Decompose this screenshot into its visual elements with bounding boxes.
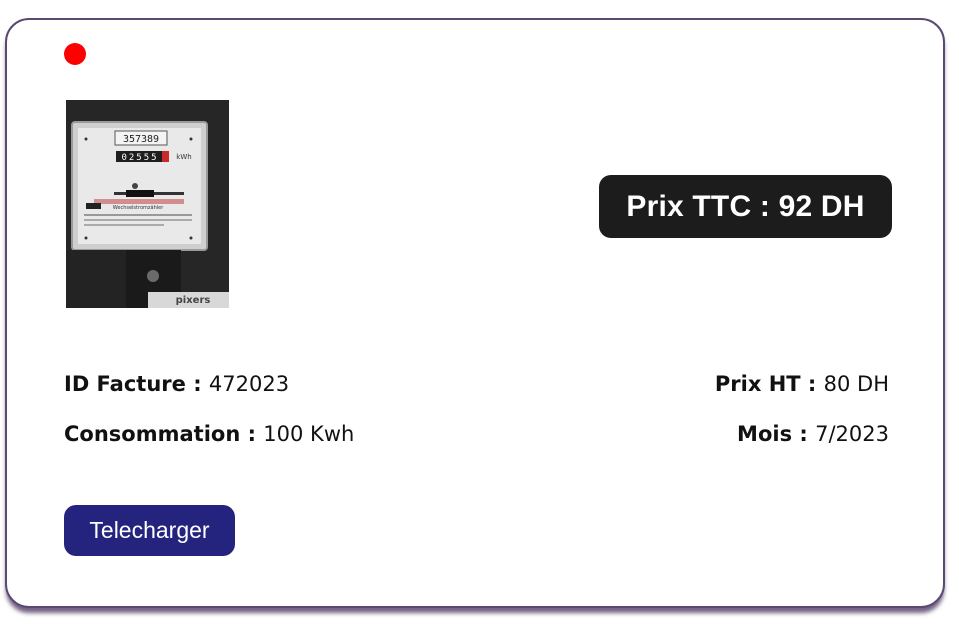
price-ttc-label: Prix TTC <box>626 189 752 223</box>
invoice-card: 357389 02555 kWh Wechselstromzähler pixe… <box>5 18 945 608</box>
prix-ht-row: Prix HT : 80 DH <box>715 372 889 396</box>
watermark-text: pixers <box>176 295 211 306</box>
id-facture-label: ID Facture <box>64 372 186 396</box>
consommation-separator: : <box>240 422 264 446</box>
mois-value: 7/2023 <box>815 422 889 446</box>
download-button[interactable]: Telecharger <box>64 505 235 556</box>
id-facture-row: ID Facture : 472023 <box>64 372 289 396</box>
price-ttc-badge: Prix TTC : 92 DH <box>599 175 892 238</box>
consommation-row: Consommation : 100 Kwh <box>64 422 354 446</box>
meter-serial-text: 357389 <box>123 134 159 145</box>
meter-reading-text: 02555 <box>121 153 158 163</box>
price-ttc-value: 92 DH <box>778 189 865 223</box>
price-ttc-separator: : <box>751 189 779 223</box>
id-facture-separator: : <box>185 372 209 396</box>
meter-plate-text: Wechselstromzähler <box>113 205 164 211</box>
mois-label: Mois <box>737 422 793 446</box>
prix-ht-value: 80 DH <box>823 372 889 396</box>
status-indicator-dot <box>64 43 86 65</box>
id-facture-value: 472023 <box>208 372 290 396</box>
meter-unit-text: kWh <box>176 153 191 161</box>
consommation-value: 100 Kwh <box>263 422 355 446</box>
mois-row: Mois : 7/2023 <box>737 422 889 446</box>
prix-ht-separator: : <box>800 372 824 396</box>
mois-separator: : <box>792 422 816 446</box>
electricity-meter-image: 357389 02555 kWh Wechselstromzähler pixe… <box>66 100 229 308</box>
consommation-label: Consommation <box>64 422 241 446</box>
prix-ht-label: Prix HT <box>714 372 801 396</box>
